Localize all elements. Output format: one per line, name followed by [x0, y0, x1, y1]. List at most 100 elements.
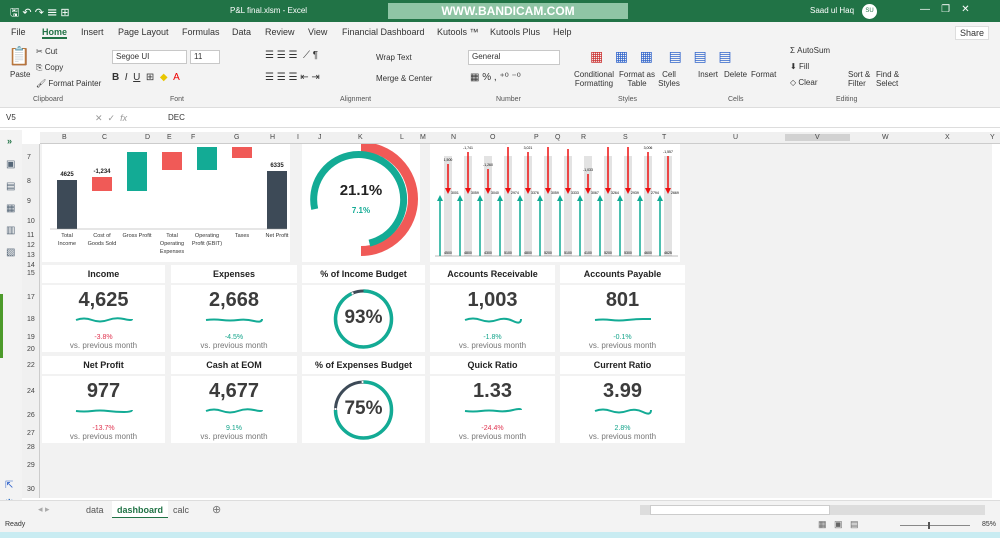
- tab-insert[interactable]: Insert: [81, 27, 104, 37]
- row-header[interactable]: 14: [27, 262, 35, 269]
- tab-help[interactable]: Help: [553, 27, 572, 37]
- copy-button[interactable]: ⎘ Copy: [36, 63, 63, 73]
- column-header[interactable]: Y: [990, 134, 995, 141]
- alignment-buttons[interactable]: ☰ ☰ ☰ ⟋ ¶: [265, 50, 318, 61]
- cell-styles-button[interactable]: Cell Styles: [654, 70, 684, 88]
- fill-button[interactable]: ⬇ Fill: [790, 62, 809, 71]
- column-header[interactable]: V: [785, 134, 850, 141]
- wrap-text-button[interactable]: Wrap Text: [376, 53, 412, 62]
- row-header[interactable]: 11: [27, 232, 34, 239]
- tab-view[interactable]: View: [308, 27, 327, 37]
- row-header[interactable]: 30: [27, 486, 35, 493]
- tab-file[interactable]: File: [11, 27, 26, 37]
- row-header[interactable]: 10: [27, 218, 35, 225]
- view-buttons[interactable]: ▦ ▣ ▤: [818, 519, 859, 530]
- row-header[interactable]: 26: [27, 412, 35, 419]
- sheet-tab-data[interactable]: data: [86, 505, 104, 515]
- row-header[interactable]: 24: [27, 388, 35, 395]
- column-header[interactable]: E: [167, 134, 172, 141]
- sheet-tab-calc[interactable]: calc: [173, 505, 189, 515]
- share-button[interactable]: Share: [955, 26, 990, 40]
- paste-button[interactable]: Paste: [10, 70, 30, 79]
- formula-input[interactable]: DEC: [165, 112, 995, 126]
- conditional-formatting-button[interactable]: Conditional Formatting: [572, 70, 616, 88]
- column-header[interactable]: F: [191, 134, 195, 141]
- sort-filter-button[interactable]: Sort & Filter: [848, 70, 874, 88]
- column-header[interactable]: C: [102, 134, 107, 141]
- row-header[interactable]: 8: [27, 178, 31, 185]
- row-header[interactable]: 9: [27, 198, 31, 205]
- quick-access-icons[interactable]: 🖫 ↶ ↷ ☰ ⊞: [10, 4, 70, 23]
- window-controls[interactable]: — ❐ ✕: [920, 4, 970, 15]
- row-header[interactable]: 7: [27, 154, 31, 161]
- horizontal-scrollbar[interactable]: [640, 505, 985, 515]
- column-header[interactable]: J: [318, 134, 322, 141]
- avatar[interactable]: SU: [862, 4, 877, 19]
- tab-formulas[interactable]: Formulas: [182, 27, 220, 37]
- row-header[interactable]: 29: [27, 462, 35, 469]
- column-header[interactable]: N: [451, 134, 456, 141]
- format-cells-button[interactable]: Format: [751, 70, 776, 79]
- merge-center-button[interactable]: Merge & Center: [376, 74, 432, 83]
- tab-home[interactable]: Home: [42, 27, 68, 39]
- tab-kutools-plus[interactable]: Kutools Plus: [490, 27, 540, 37]
- search-box[interactable]: WWW.BANDICAM.COM: [388, 3, 628, 19]
- format-as-table-button[interactable]: Format as Table: [619, 70, 655, 88]
- column-header[interactable]: W: [882, 134, 889, 141]
- column-header[interactable]: M: [420, 134, 426, 141]
- expand-icon[interactable]: »: [7, 136, 12, 146]
- column-header[interactable]: K: [358, 134, 363, 141]
- column-header[interactable]: G: [234, 134, 239, 141]
- column-header[interactable]: R: [581, 134, 586, 141]
- clear-button[interactable]: ◇ Clear: [790, 78, 818, 87]
- row-header[interactable]: 22: [27, 362, 35, 369]
- column-header[interactable]: D: [145, 134, 150, 141]
- tab-review[interactable]: Review: [265, 27, 295, 37]
- zoom-level[interactable]: 85%: [982, 521, 996, 528]
- column-header[interactable]: B: [62, 134, 67, 141]
- column-header[interactable]: L: [400, 134, 404, 141]
- tab-financial-dashboard[interactable]: Financial Dashboard: [342, 27, 425, 37]
- font-size-select[interactable]: 11: [190, 50, 220, 64]
- number-buttons[interactable]: ▦ % , ⁺⁰ ⁻⁰: [470, 72, 521, 83]
- cut-button[interactable]: ✂ Cut: [36, 47, 57, 56]
- sheet-nav-arrows[interactable]: ◂ ▸: [38, 504, 50, 515]
- open-icon[interactable]: ⇱: [5, 480, 13, 491]
- font-style-buttons[interactable]: B I U ⊞ ◆ A: [112, 72, 180, 83]
- pane-icons[interactable]: ▣ ▤ ▦ ▥ ▧: [6, 154, 15, 264]
- format-painter-button[interactable]: 🖌 Format Painter: [36, 79, 101, 88]
- add-sheet-button[interactable]: ⊕: [212, 503, 221, 516]
- row-header[interactable]: 28: [27, 444, 35, 451]
- tab-kutools-[interactable]: Kutools ™: [437, 27, 479, 37]
- name-box[interactable]: V5: [3, 112, 69, 126]
- formula-buttons[interactable]: ✕ ✓ fx: [95, 113, 127, 124]
- zoom-slider[interactable]: [900, 522, 970, 529]
- row-header[interactable]: 13: [27, 252, 35, 259]
- column-header[interactable]: T: [662, 134, 666, 141]
- column-header[interactable]: O: [490, 134, 495, 141]
- autosum-button[interactable]: Σ AutoSum: [790, 46, 830, 55]
- row-header[interactable]: 15: [27, 270, 35, 277]
- row-header[interactable]: 18: [27, 316, 35, 323]
- find-select-button[interactable]: Find & Select: [876, 70, 906, 88]
- column-header[interactable]: H: [270, 134, 275, 141]
- column-header[interactable]: S: [623, 134, 628, 141]
- column-header[interactable]: Q: [555, 134, 560, 141]
- row-header[interactable]: 12: [27, 242, 35, 249]
- delete-cells-button[interactable]: Delete: [724, 70, 747, 79]
- tab-page-layout[interactable]: Page Layout: [118, 27, 169, 37]
- column-header[interactable]: X: [945, 134, 950, 141]
- sheet-tab-dashboard[interactable]: dashboard: [112, 501, 169, 519]
- scrollbar-thumb[interactable]: [650, 505, 830, 515]
- row-header[interactable]: 17: [27, 294, 35, 301]
- number-format-select[interactable]: General: [468, 50, 560, 65]
- row-header[interactable]: 20: [27, 346, 35, 353]
- font-name-select[interactable]: Segoe UI: [112, 50, 187, 64]
- tab-data[interactable]: Data: [232, 27, 251, 37]
- insert-cells-button[interactable]: Insert: [698, 70, 718, 79]
- column-header[interactable]: I: [297, 134, 299, 141]
- column-header[interactable]: U: [733, 134, 738, 141]
- row-header[interactable]: 27: [27, 430, 35, 437]
- alignment-buttons-2[interactable]: ☰ ☰ ☰ ⇤ ⇥: [265, 72, 320, 83]
- column-header[interactable]: P: [534, 134, 539, 141]
